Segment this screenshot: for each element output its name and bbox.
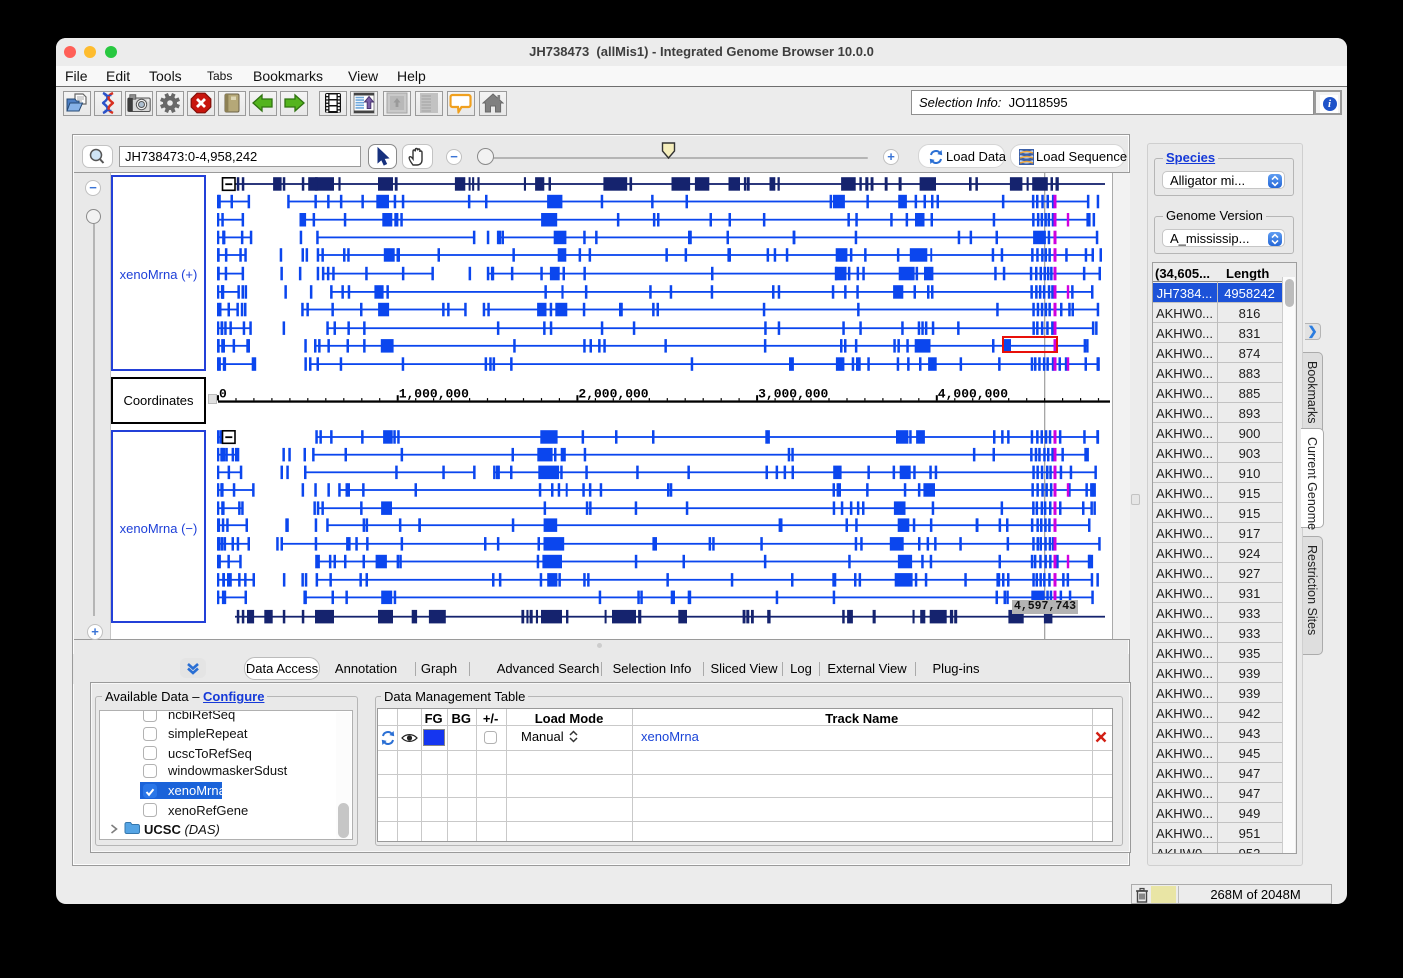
svg-text:1,000,000: 1,000,000 (399, 387, 469, 402)
svg-text:2,000,000: 2,000,000 (578, 387, 648, 402)
svg-text:3,000,000: 3,000,000 (758, 387, 828, 402)
svg-text:4,000,000: 4,000,000 (938, 387, 1008, 402)
svg-text:0: 0 (219, 387, 227, 402)
